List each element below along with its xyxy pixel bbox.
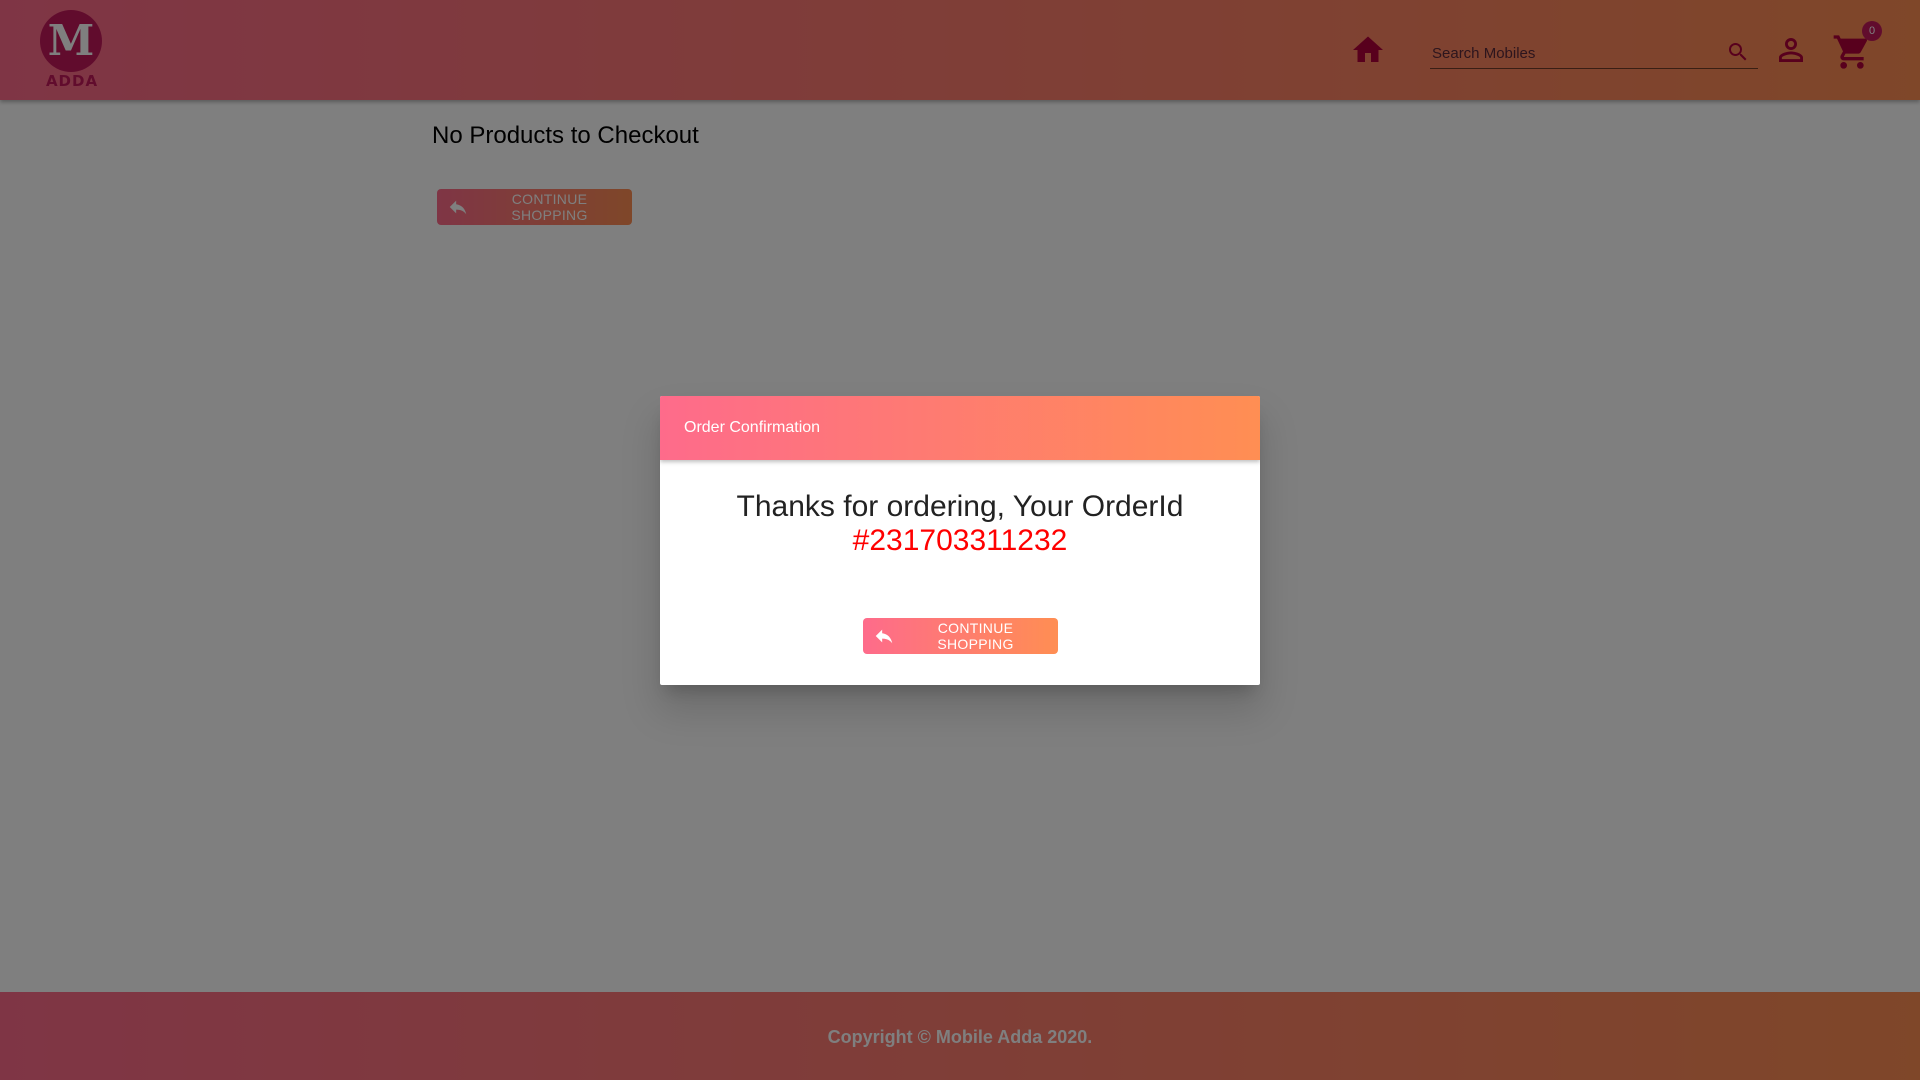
dialog-title: Order Confirmation xyxy=(684,419,821,436)
order-id: #231703311232 xyxy=(852,524,1068,557)
dialog-continue-shopping-button[interactable]: CONTINUE SHOPPING xyxy=(863,618,1058,654)
dialog-header: Order Confirmation xyxy=(660,396,1260,460)
dialog-continue-shopping-label: CONTINUE SHOPPING xyxy=(937,620,1014,652)
thanks-message: Thanks for ordering, Your OrderId xyxy=(736,490,1184,523)
order-confirmation-dialog: Order Confirmation Thanks for ordering, … xyxy=(660,396,1260,685)
reply-icon xyxy=(873,625,895,647)
